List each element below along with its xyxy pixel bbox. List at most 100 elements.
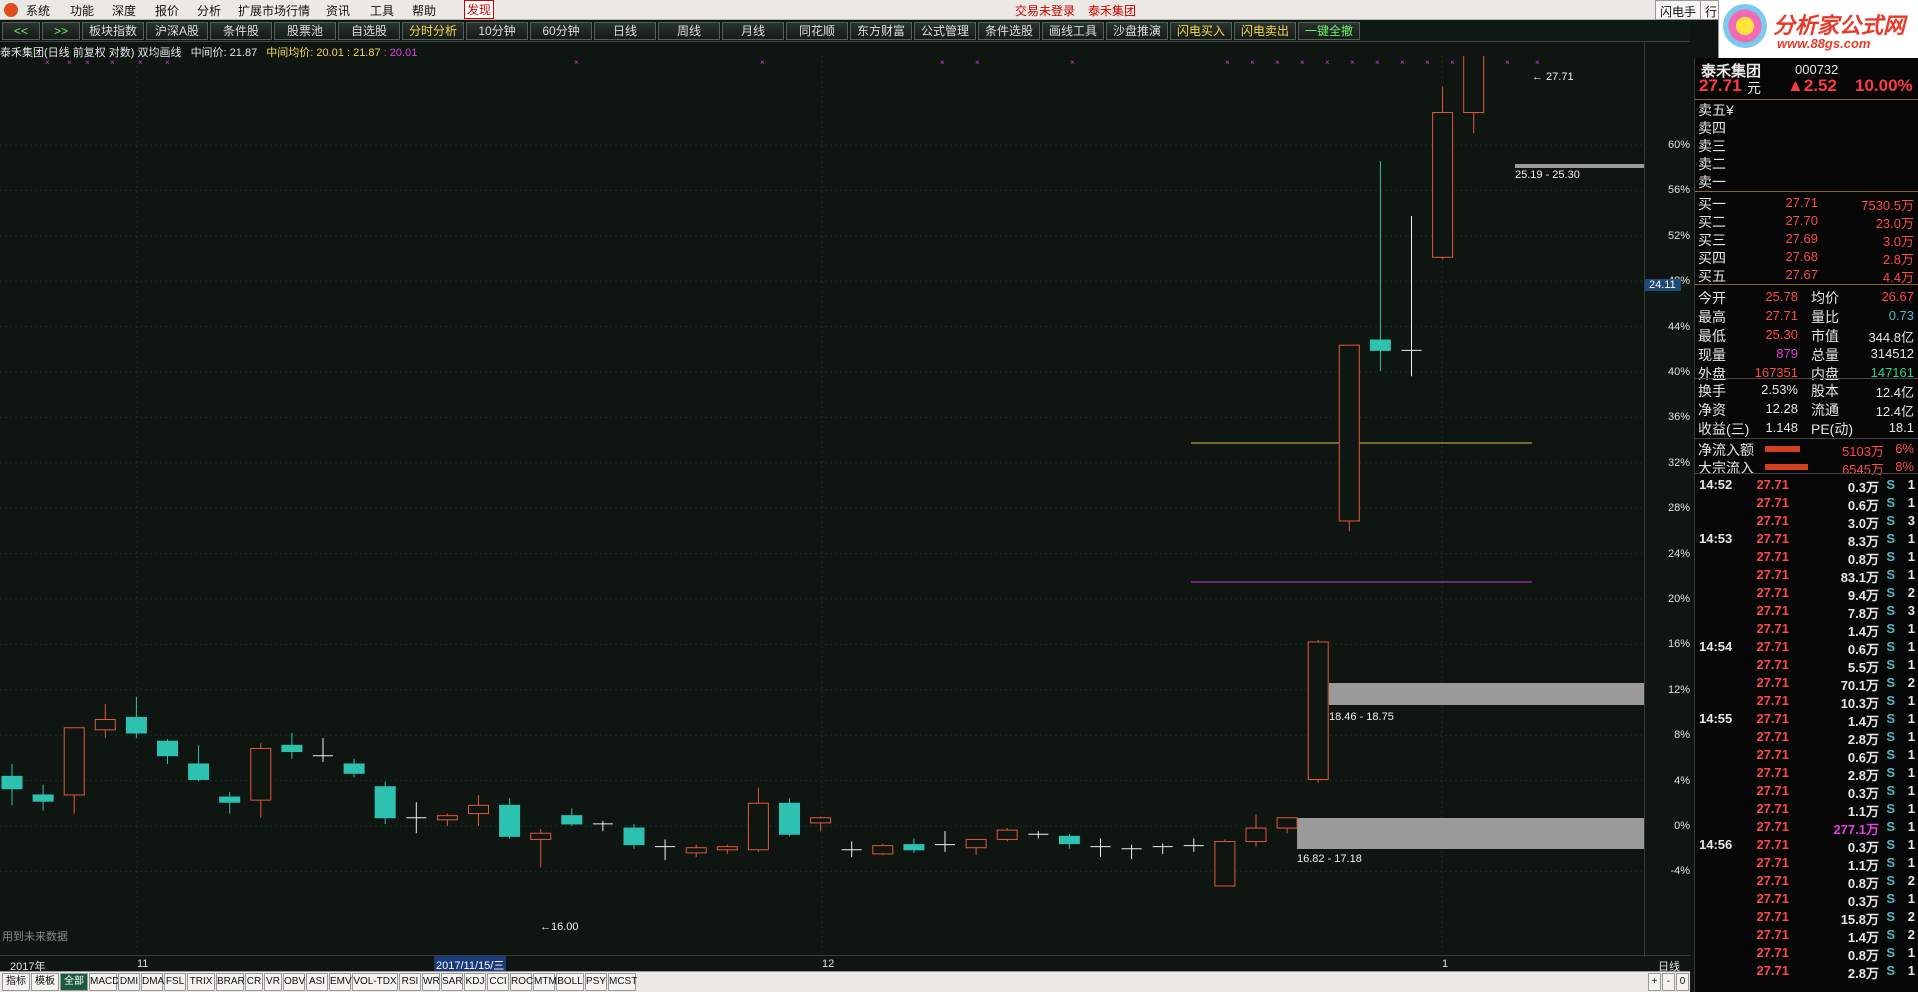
fund-label: 股本 bbox=[1811, 383, 1839, 399]
tb-cancel-all[interactable]: 一键全撤 bbox=[1298, 22, 1360, 40]
tick-row[interactable]: 27.71 2.8万 S 1 bbox=[1695, 764, 1918, 783]
menu-system[interactable]: 系统 bbox=[26, 2, 50, 19]
tick-side: S bbox=[1886, 729, 1895, 744]
menu-discover[interactable]: 发现 bbox=[464, 0, 495, 19]
next-button[interactable]: >> bbox=[42, 22, 80, 40]
tick-side: S bbox=[1886, 639, 1895, 654]
tick-row[interactable]: 27.71 0.8万 S 1 bbox=[1695, 944, 1918, 963]
prev-button[interactable]: << bbox=[2, 22, 40, 40]
zoom-control[interactable]: 0 bbox=[1676, 973, 1689, 991]
tb-condition-select[interactable]: 条件选股 bbox=[978, 22, 1040, 40]
indicator-tab[interactable]: MACD bbox=[89, 973, 119, 991]
tb-flash-buy[interactable]: 闪电买入 bbox=[1170, 22, 1232, 40]
zoom-control[interactable]: - bbox=[1662, 973, 1675, 991]
signal-marker: × bbox=[138, 58, 143, 67]
menu-depth[interactable]: 深度 bbox=[112, 2, 136, 19]
tb-flash-sell[interactable]: 闪电卖出 bbox=[1234, 22, 1296, 40]
tb-eastmoney[interactable]: 东方财富 bbox=[850, 22, 912, 40]
tick-row[interactable]: 27.71 5.5万 S 1 bbox=[1695, 656, 1918, 675]
tick-row[interactable]: 27.71 0.3万 S 1 bbox=[1695, 782, 1918, 801]
tick-row[interactable]: 27.71 1.4万 S 2 bbox=[1695, 926, 1918, 945]
indicator-tab[interactable]: 全部 bbox=[60, 973, 88, 991]
tb-formula-mgmt[interactable]: 公式管理 bbox=[914, 22, 976, 40]
tb-10min[interactable]: 10分钟 bbox=[466, 22, 528, 40]
indicator-tab[interactable]: TRIX bbox=[187, 973, 215, 991]
tb-daily[interactable]: 日线 bbox=[594, 22, 656, 40]
tick-side: S bbox=[1886, 783, 1895, 798]
tick-row[interactable]: 27.71 1.1万 S 1 bbox=[1695, 800, 1918, 819]
indicator-tab[interactable]: FSL bbox=[164, 973, 186, 991]
tick-row[interactable]: 27.71 7.8万 S 3 bbox=[1695, 602, 1918, 621]
indicator-tab[interactable]: PSY bbox=[585, 973, 607, 991]
indicator-tab[interactable]: 指标 bbox=[2, 973, 30, 991]
indicator-tab[interactable]: ASI bbox=[306, 973, 328, 991]
indicator-tab[interactable]: MCST bbox=[608, 973, 637, 991]
indicator-tab[interactable]: 模板 bbox=[31, 973, 59, 991]
tick-row[interactable]: 27.71 0.3万 S 1 bbox=[1695, 890, 1918, 909]
tick-row[interactable]: 27.71 0.6万 S 1 bbox=[1695, 494, 1918, 513]
tick-row[interactable]: 14:54 27.71 0.6万 S 1 bbox=[1695, 638, 1918, 657]
tick-row[interactable]: 27.71 1.4万 S 1 bbox=[1695, 620, 1918, 639]
login-status[interactable]: 交易未登录 bbox=[1015, 2, 1075, 19]
menu-analysis[interactable]: 分析 bbox=[197, 2, 221, 19]
indicator-tab[interactable]: VOL-TDX bbox=[352, 973, 398, 991]
tick-row[interactable]: 27.71 0.8万 S 1 bbox=[1695, 548, 1918, 567]
indicator-tab[interactable]: KDJ bbox=[464, 973, 486, 991]
tick-row[interactable]: 14:56 27.71 0.3万 S 1 bbox=[1695, 836, 1918, 855]
menu-tools[interactable]: 工具 bbox=[370, 2, 394, 19]
tb-monthly[interactable]: 月线 bbox=[722, 22, 784, 40]
tick-row[interactable]: 27.71 15.8万 S 2 bbox=[1695, 908, 1918, 927]
indicator-tab[interactable]: RSI bbox=[399, 973, 421, 991]
tb-watchlist[interactable]: 自选股 bbox=[338, 22, 400, 40]
tick-row[interactable]: 27.71 3.0万 S 3 bbox=[1695, 512, 1918, 531]
menu-help[interactable]: 帮助 bbox=[412, 2, 436, 19]
menu-function[interactable]: 功能 bbox=[70, 2, 94, 19]
indicator-tab[interactable]: CR bbox=[245, 973, 263, 991]
tb-sector-index[interactable]: 板块指数 bbox=[82, 22, 144, 40]
tb-condition-stocks[interactable]: 条件股 bbox=[210, 22, 272, 40]
tick-row[interactable]: 14:52 27.71 0.3万 S 1 bbox=[1695, 476, 1918, 495]
indicator-tab[interactable]: WR bbox=[422, 973, 440, 991]
tick-row[interactable]: 27.71 70.1万 S 2 bbox=[1695, 674, 1918, 693]
tick-row[interactable]: 27.71 2.8万 S 1 bbox=[1695, 728, 1918, 747]
signal-marker: × bbox=[1450, 58, 1455, 67]
zoom-control[interactable]: + bbox=[1648, 973, 1661, 991]
tick-row[interactable]: 14:55 27.71 1.4万 S 1 bbox=[1695, 710, 1918, 729]
buy-level-price: 27.70 bbox=[1785, 213, 1818, 228]
tick-row[interactable]: 27.71 10.3万 S 1 bbox=[1695, 692, 1918, 711]
indicator-tab[interactable]: MTM bbox=[533, 973, 557, 991]
tick-row[interactable]: 27.71 1.1万 S 1 bbox=[1695, 854, 1918, 873]
tb-intraday[interactable]: 分时分析 bbox=[402, 22, 464, 40]
indicator-tab[interactable]: BOLL bbox=[556, 973, 584, 991]
indicator-tab[interactable]: ROC bbox=[510, 973, 533, 991]
tick-row[interactable]: 27.71 2.8万 S 1 bbox=[1695, 962, 1918, 981]
indicator-tab[interactable]: DMA bbox=[141, 973, 164, 991]
tb-draw-tools[interactable]: 画线工具 bbox=[1042, 22, 1104, 40]
tb-weekly[interactable]: 周线 bbox=[658, 22, 720, 40]
indicator-tab[interactable]: OBV bbox=[283, 973, 305, 991]
tb-hs-a[interactable]: 沪深A股 bbox=[146, 22, 208, 40]
tick-row[interactable]: 27.71 83.1万 S 1 bbox=[1695, 566, 1918, 585]
tb-sandbox[interactable]: 沙盘推演 bbox=[1106, 22, 1168, 40]
shandian-button[interactable]: 闪电手 bbox=[1655, 0, 1702, 20]
indicator-tab[interactable]: CCI bbox=[487, 973, 509, 991]
indicator-tab[interactable]: EMV bbox=[329, 973, 352, 991]
tick-row[interactable]: 27.71 9.4万 S 2 bbox=[1695, 584, 1918, 603]
menu-quote[interactable]: 报价 bbox=[155, 2, 179, 19]
indicator-tab[interactable]: SAR bbox=[441, 973, 463, 991]
indicator-tab[interactable]: DMI bbox=[118, 973, 140, 991]
tick-price: 27.71 bbox=[1756, 783, 1789, 798]
menu-news[interactable]: 资讯 bbox=[326, 2, 350, 19]
indicator-tab[interactable]: VR bbox=[264, 973, 282, 991]
tb-60min[interactable]: 60分钟 bbox=[530, 22, 592, 40]
tb-tonghuashun[interactable]: 同花顺 bbox=[786, 22, 848, 40]
tick-row[interactable]: 27.71 0.6万 S 1 bbox=[1695, 746, 1918, 765]
tick-row[interactable]: 27.71 0.8万 S 2 bbox=[1695, 872, 1918, 891]
menu-extended-market[interactable]: 扩展市场行情 bbox=[238, 2, 310, 19]
candlestick-chart[interactable]: ××××××××××××××××××××××××25.19 - 25.3018.… bbox=[0, 56, 1644, 955]
tick-row[interactable]: 14:53 27.71 8.3万 S 1 bbox=[1695, 530, 1918, 549]
indicator-tab[interactable]: BRAR bbox=[216, 973, 245, 991]
tick-row[interactable]: 27.71 277.1万 S 1 bbox=[1695, 818, 1918, 837]
tb-stock-pool[interactable]: 股票池 bbox=[274, 22, 336, 40]
signal-marker: × bbox=[1535, 58, 1540, 67]
